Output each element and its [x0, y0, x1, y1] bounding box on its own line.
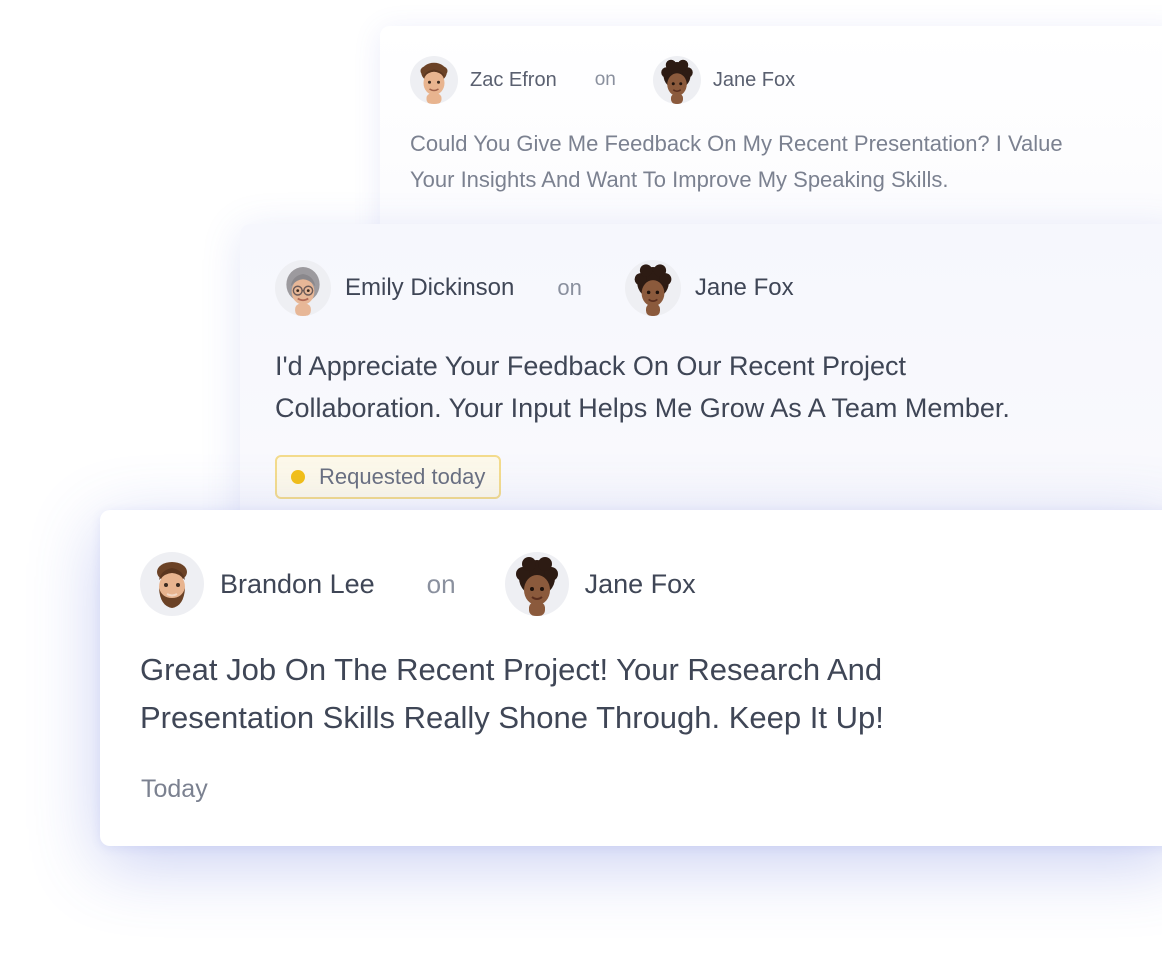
author-name[interactable]: Emily Dickinson — [345, 274, 514, 302]
jane-fox-avatar-icon — [504, 552, 569, 616]
feedback-message: Could You Give Me Feedback On My Recent … — [410, 131, 1063, 192]
status-dot-icon — [291, 470, 305, 484]
feedback-message: I'd Appreciate Your Feedback On Our Rece… — [275, 351, 1010, 423]
recipient-name[interactable]: Jane Fox — [713, 69, 795, 92]
connector-text: on — [557, 275, 582, 300]
card-header: Zac Efron on Jane Fox — [410, 56, 795, 104]
connector-text: on — [594, 69, 616, 90]
status-label: Requested today — [319, 464, 486, 489]
feedback-card-brandon-lee[interactable]: Brandon Lee on Jane Fox Great Job On The… — [100, 510, 1162, 846]
emily-dickinson-avatar-icon — [275, 260, 331, 316]
connector-text: on — [426, 568, 456, 599]
author-name[interactable]: Zac Efron — [470, 69, 557, 92]
zac-efron-avatar-icon — [410, 56, 458, 104]
feedback-message: Great Job On The Recent Project! Your Re… — [140, 652, 884, 735]
recipient-name[interactable]: Jane Fox — [585, 569, 696, 600]
timestamp: Today — [141, 775, 208, 803]
jane-fox-avatar-icon — [652, 56, 701, 104]
jane-fox-avatar-icon — [624, 260, 681, 316]
recipient-name[interactable]: Jane Fox — [695, 274, 794, 302]
brandon-lee-avatar-icon — [140, 552, 204, 616]
feedback-card-emily-dickinson[interactable]: Emily Dickinson on Jane Fox I'd Apprecia… — [240, 224, 1162, 544]
author-name[interactable]: Brandon Lee — [220, 569, 375, 600]
status-badge: Requested today — [275, 455, 502, 499]
card-header: Brandon Lee on Jane Fox — [140, 552, 696, 616]
card-header: Emily Dickinson on Jane Fox — [275, 260, 794, 316]
